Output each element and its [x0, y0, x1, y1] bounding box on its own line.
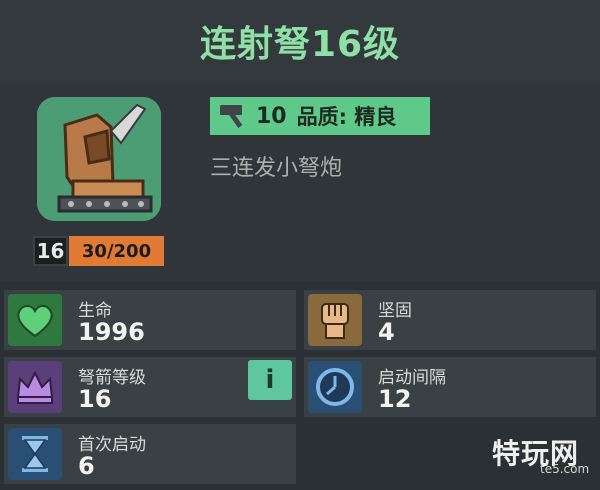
stat-value: 1996: [78, 318, 145, 346]
fist-icon: [308, 294, 362, 346]
clock-icon: [308, 361, 362, 413]
crown-icon: [8, 361, 62, 413]
quality-badge: 10 品质: 精良: [210, 97, 430, 135]
stat-activation-interval: 启动间隔 12: [304, 357, 596, 417]
stat-toughness: 坚固 4: [304, 290, 596, 350]
heart-icon: [8, 294, 62, 346]
item-description: 三连发小弩炮: [210, 156, 343, 181]
info-button[interactable]: i: [248, 360, 292, 400]
stat-value: 4: [378, 318, 395, 346]
page-title: 连射弩16级: [199, 24, 401, 65]
stat-value: 16: [78, 385, 112, 413]
quality-text: 品质: 精良: [296, 105, 397, 129]
watermark-site: te5.com: [540, 462, 590, 476]
stat-value: 12: [378, 385, 412, 413]
stat-health: 生命 1996: [4, 290, 296, 350]
quality-number: 10: [256, 103, 287, 129]
item-level: 16: [33, 236, 68, 266]
hourglass-icon: [8, 428, 62, 480]
title-bar: 连射弩16级: [0, 0, 600, 82]
experience-progress: 30/200: [69, 236, 164, 266]
stat-value: 6: [78, 452, 95, 480]
crossbow-turret-icon: [37, 97, 161, 221]
hammer-icon: [216, 101, 254, 131]
stat-first-activation: 首次启动 6: [4, 424, 296, 484]
